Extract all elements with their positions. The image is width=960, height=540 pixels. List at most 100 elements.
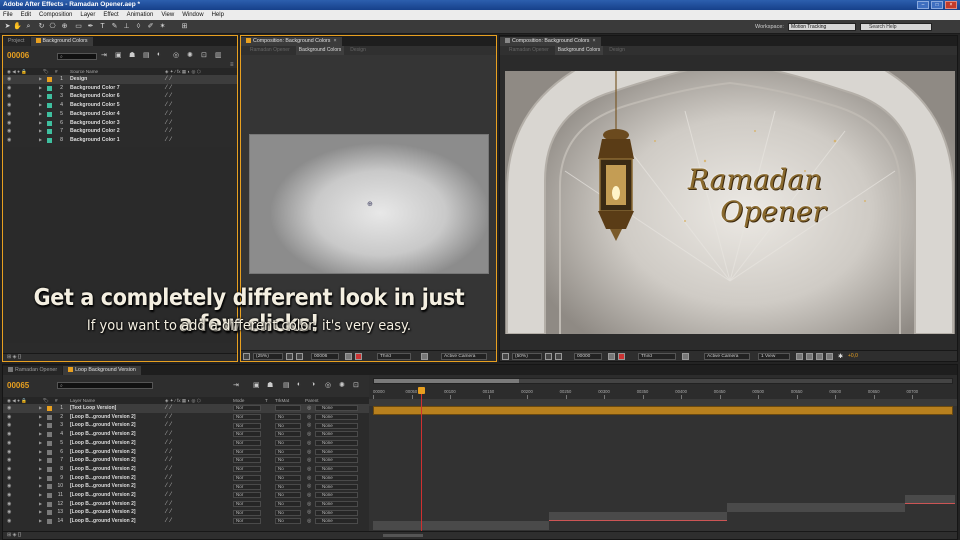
resolution-select[interactable]: Third [377,353,411,360]
layer-13-bar[interactable] [373,521,549,530]
visibility-eye-icon[interactable]: ◉ [7,508,11,517]
label-color-swatch[interactable] [47,137,52,143]
visibility-eye-icon[interactable]: ◉ [7,127,12,136]
layer-name[interactable]: Background Color 6 [70,92,120,101]
visibility-eye-icon[interactable]: ◉ [7,439,11,448]
toggle-mask-icon[interactable] [555,353,562,360]
visibility-eye-icon[interactable]: ◉ [7,430,11,439]
graph-editor-icon[interactable]: ◎ [173,51,179,59]
label-color-swatch[interactable] [47,111,52,117]
zoom-slider[interactable] [383,534,423,537]
timeline-layer-row[interactable]: ◉ ▶ 7 [Loop B...ground Version 2] ⁄ ⁄ Nor No ◎ N… [3,456,369,465]
live-update-icon[interactable]: ◑ [311,381,315,388]
blend-mode-select[interactable]: Nor [233,405,261,412]
expand-triangle-icon[interactable]: ▶ [39,448,42,457]
track-matte-select[interactable]: No [275,422,301,429]
camera-select[interactable]: Active Camera [441,353,487,360]
label-color-swatch[interactable] [47,406,52,411]
subtab-design[interactable]: Design [347,46,369,55]
layer-11-bar[interactable] [727,503,905,512]
selection-tool-icon[interactable]: ➤ [3,22,12,31]
blend-mode-select[interactable]: Nor [233,431,261,438]
track-matte-select[interactable]: No [275,518,301,525]
parent-select[interactable]: None [315,431,358,438]
snapshot-icon[interactable] [345,353,352,360]
label-color-swatch[interactable] [47,466,52,472]
layer-switches[interactable]: ⁄ ⁄ [166,474,171,483]
playhead-line[interactable] [421,389,422,539]
layer-name[interactable]: Background Color 7 [70,84,120,93]
layer-switches[interactable]: ⁄ ⁄ [166,101,171,110]
layer-switches[interactable]: ⁄ ⁄ [166,508,171,517]
layer-1-bar[interactable] [373,406,953,415]
work-area-bar[interactable] [369,399,957,406]
track-matte-select[interactable]: No [275,500,301,507]
close-tab-icon[interactable]: × [333,38,336,44]
layer-10-bar[interactable] [905,495,955,504]
render-icon[interactable]: ⊡ [201,51,207,59]
layer-name[interactable]: [Loop B...ground Version 2] [70,413,136,422]
subtab-ramadan-opener[interactable]: Ramadan Opener [506,46,552,55]
snapshot-icon[interactable] [608,353,615,360]
parent-pickwhip-icon[interactable]: ◎ [307,448,311,457]
blend-mode-select[interactable]: Nor [233,483,261,490]
layer-name[interactable]: [Loop B...ground Version 2] [70,439,136,448]
label-color-swatch[interactable] [47,120,52,126]
parent-select[interactable]: None [315,440,358,447]
label-color-swatch[interactable] [47,519,52,525]
roto-brush-tool-icon[interactable]: ✐ [146,22,155,31]
parent-select[interactable]: None [315,448,358,455]
blend-mode-select[interactable]: Nor [233,500,261,507]
label-color-swatch[interactable] [47,475,52,481]
shy-layers-icon[interactable]: ☗ [129,51,135,59]
region-of-interest-icon[interactable] [421,353,428,360]
parent-pickwhip-icon[interactable]: ◎ [307,456,311,465]
expand-triangle-icon[interactable]: ▶ [39,101,42,110]
track-matte-select[interactable]: No [275,509,301,516]
menu-window[interactable]: Window [182,10,203,20]
parent-pickwhip-icon[interactable]: ◎ [307,465,311,474]
time-ruler[interactable]: 00000 00050 00100 00150 00200 00250 00300 00350… [369,375,957,399]
parent-pickwhip-icon[interactable]: ◎ [307,508,311,517]
expand-triangle-icon[interactable]: ▶ [39,119,42,128]
expand-triangle-icon[interactable]: ▶ [39,404,42,413]
mask-tool-icon[interactable]: ▭ [74,22,83,31]
timeline-layer-row[interactable]: ◉ ▶ 12 [Loop B...ground Version 2] ⁄ ⁄ Nor No ◎… [3,500,369,509]
timeline-layer-row[interactable]: ◉ ▶ 8 [Loop B...ground Version 2] ⁄ ⁄ Nor No ◎ N… [3,465,369,474]
menu-layer[interactable]: Layer [80,10,95,20]
channel-icon[interactable] [618,353,625,360]
timecode[interactable]: 00065 [7,381,29,390]
comp-mini-flowchart-icon[interactable]: ⇥ [101,51,107,59]
camera-select[interactable]: Active Camera [704,353,750,360]
layer-name[interactable]: [Loop B...ground Version 2] [70,430,136,439]
expand-triangle-icon[interactable]: ▶ [39,75,42,84]
layer-name[interactable]: Background Color 3 [70,119,120,128]
layer-row[interactable]: ◉ ▶ 1 Design ⁄ ⁄ [3,75,237,84]
menu-file[interactable]: File [3,10,13,20]
expand-triangle-icon[interactable]: ▶ [39,439,42,448]
parent-select[interactable]: None [315,422,358,429]
title-action-safe-icon[interactable] [286,353,293,360]
puppet-tool-icon[interactable]: ✶ [158,22,167,31]
expand-triangle-icon[interactable]: ▶ [39,110,42,119]
label-color-swatch[interactable] [47,510,52,516]
current-time-field[interactable]: 00000 [574,353,602,360]
tab-background-colors[interactable]: Background Colors [30,37,93,46]
rotation-tool-icon[interactable]: ↻ [37,22,46,31]
motion-blur-icon[interactable]: ◐ [297,381,301,388]
title-action-safe-icon[interactable] [545,353,552,360]
align-icon[interactable]: ⊞ [180,22,189,31]
motion-blur-icon[interactable]: ◐ [157,51,161,58]
menu-edit[interactable]: Edit [21,10,31,20]
layer-name[interactable]: Design [70,75,87,84]
exposure-value[interactable]: +0,0 [848,353,858,359]
blend-mode-select[interactable]: Nor [233,448,261,455]
label-color-swatch[interactable] [47,423,52,429]
parent-select[interactable]: None [315,483,358,490]
menu-effect[interactable]: Effect [103,10,118,20]
brush-tool-icon[interactable]: ✎ [110,22,119,31]
visibility-eye-icon[interactable]: ◉ [7,92,12,101]
visibility-eye-icon[interactable]: ◉ [7,101,12,110]
camera-tool-icon[interactable]: ⎔ [48,22,57,31]
parent-select[interactable]: None [315,466,358,473]
